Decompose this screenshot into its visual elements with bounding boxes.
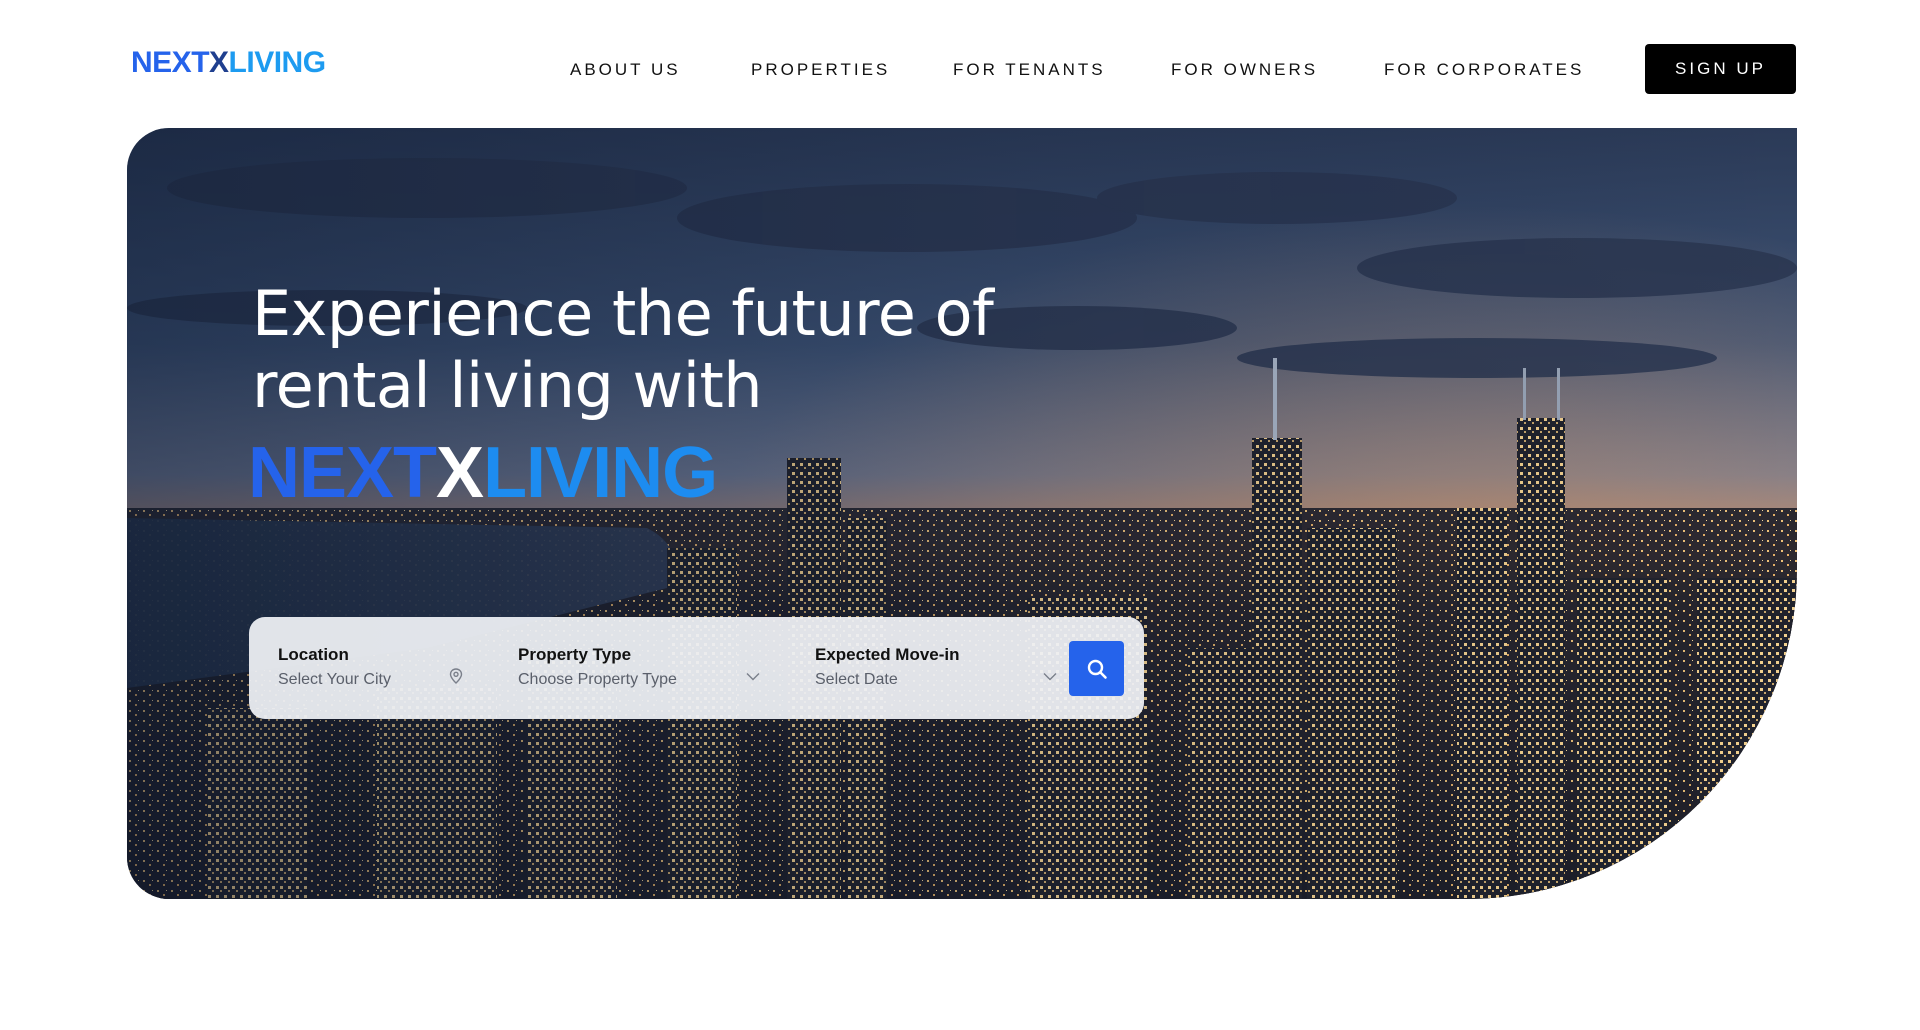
nav-link-for-owners[interactable]: FOR OWNERS <box>1171 58 1318 82</box>
hero-brand-next-text: EXT <box>299 433 437 513</box>
move-in-placeholder: Select Date <box>815 671 898 688</box>
hero-overlay <box>127 128 1797 899</box>
move-in-date-dropdown[interactable]: Expected Move-in Select Date <box>815 644 1065 691</box>
location-pin-icon <box>448 668 464 684</box>
search-icon <box>1087 659 1107 679</box>
property-type-placeholder: Choose Property Type <box>518 671 677 688</box>
search-button[interactable] <box>1069 641 1124 696</box>
site-header: N EXT X LIVING ABOUT US PROPERTIES FOR T… <box>0 0 1920 120</box>
hero-heading-line-1: Experience the future of <box>252 277 994 350</box>
hero-section: Experience the future of rental living w… <box>127 128 1797 899</box>
move-in-label: Expected Move-in <box>815 645 960 664</box>
nav-link-for-corporates[interactable]: FOR CORPORATES <box>1384 58 1584 82</box>
property-type-dropdown[interactable]: Property Type Choose Property Type <box>518 644 768 691</box>
location-label: Location <box>278 645 349 664</box>
main-nav: ABOUT US PROPERTIES FOR TENANTS FOR OWNE… <box>0 58 1920 82</box>
hero-heading-line-2: rental living with <box>252 349 763 422</box>
chevron-down-icon[interactable] <box>1042 668 1058 684</box>
hero-brand-logo: N EXT X LIVING <box>248 433 718 513</box>
property-search-bar: Location Select Your City Property Type … <box>249 617 1144 719</box>
hero-heading: Experience the future of rental living w… <box>252 278 1152 422</box>
hero-brand-living-text: LIVING <box>483 433 718 513</box>
hero-brand-x-mark: X <box>436 433 484 513</box>
chevron-down-icon[interactable] <box>745 668 761 684</box>
property-type-label: Property Type <box>518 645 632 664</box>
sign-up-button[interactable]: SIGN UP <box>1645 44 1796 94</box>
nav-link-about-us[interactable]: ABOUT US <box>570 58 681 82</box>
hero-brand-n-mark: N <box>248 433 300 513</box>
nav-link-for-tenants[interactable]: FOR TENANTS <box>953 58 1106 82</box>
nav-link-properties[interactable]: PROPERTIES <box>751 58 890 82</box>
